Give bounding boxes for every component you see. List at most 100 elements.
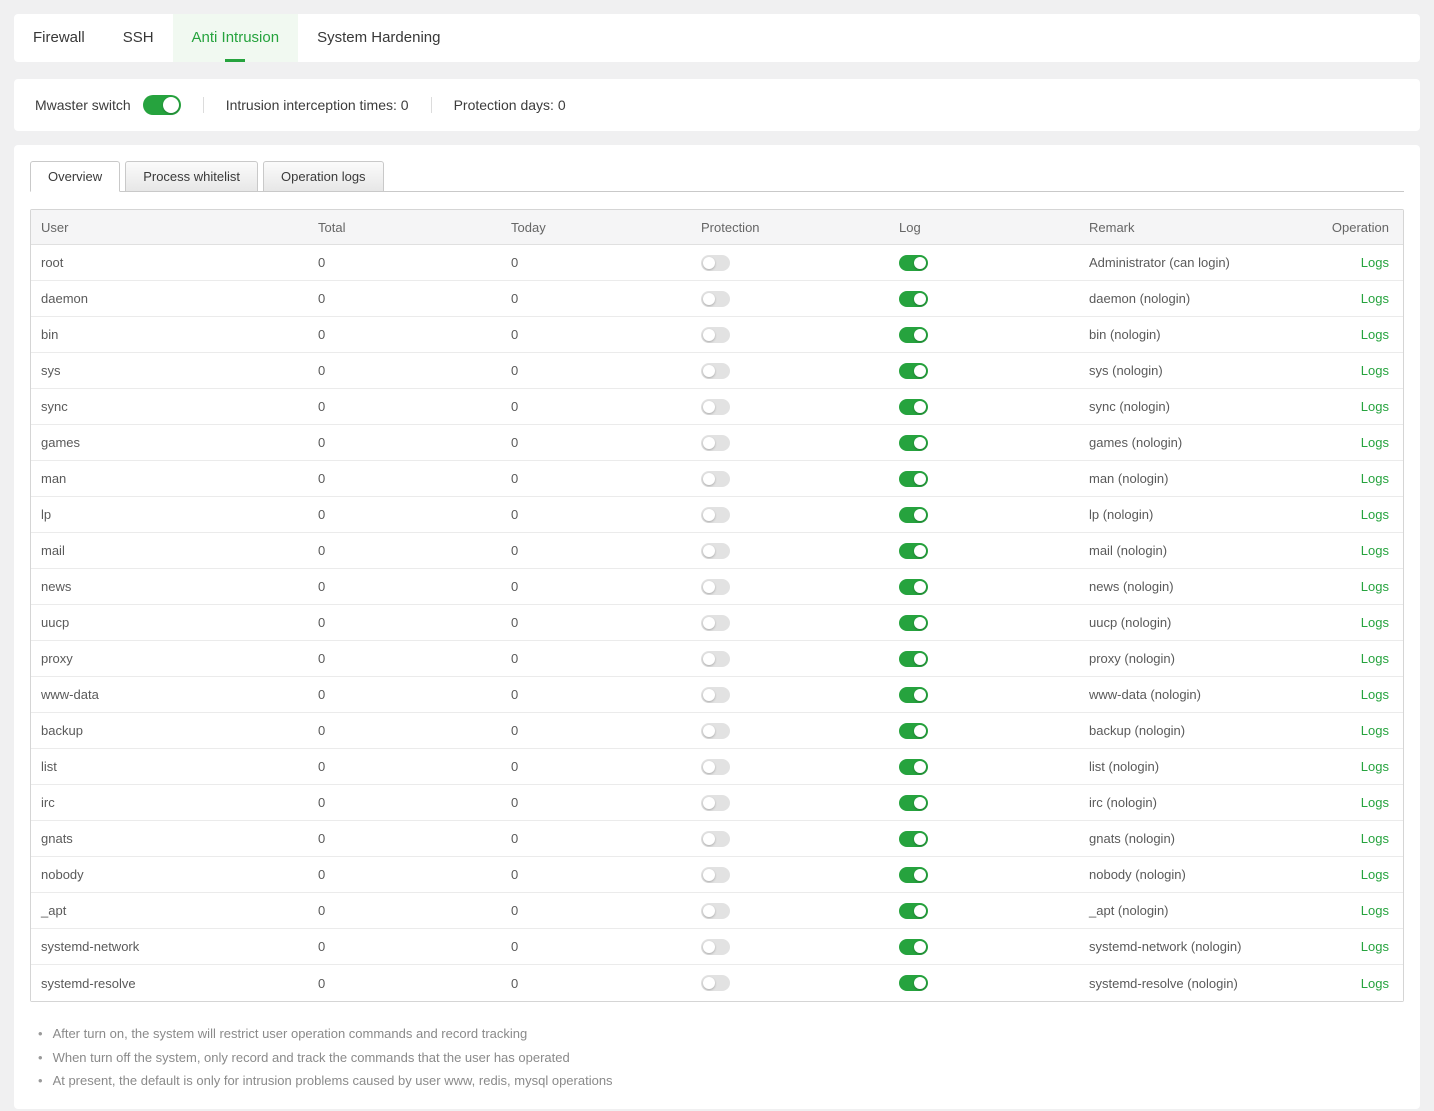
protection-toggle[interactable]	[701, 471, 730, 487]
tab-process-whitelist[interactable]: Process whitelist	[125, 161, 258, 192]
table-row: sys00sys (nologin)Logs	[31, 353, 1403, 389]
tab-anti-intrusion[interactable]: Anti Intrusion	[173, 14, 299, 62]
protection-toggle[interactable]	[701, 759, 730, 775]
log-toggle[interactable]	[899, 255, 928, 271]
logs-link[interactable]: Logs	[1361, 867, 1389, 882]
logs-link[interactable]: Logs	[1361, 291, 1389, 306]
log-toggle[interactable]	[899, 507, 928, 523]
protection-toggle[interactable]	[701, 723, 730, 739]
protection-cell	[691, 830, 889, 847]
remark-text: gnats (nologin)	[1079, 831, 1269, 846]
protection-toggle[interactable]	[701, 543, 730, 559]
toggle-knob	[703, 581, 715, 593]
protection-toggle[interactable]	[701, 903, 730, 919]
today-count: 0	[501, 939, 691, 954]
tab-ssh[interactable]: SSH	[104, 14, 173, 62]
log-toggle[interactable]	[899, 399, 928, 415]
protection-toggle[interactable]	[701, 687, 730, 703]
log-toggle[interactable]	[899, 759, 928, 775]
toggle-knob	[914, 761, 926, 773]
log-toggle[interactable]	[899, 831, 928, 847]
protection-toggle[interactable]	[701, 255, 730, 271]
total-count: 0	[308, 687, 501, 702]
logs-link[interactable]: Logs	[1361, 723, 1389, 738]
table-row: gnats00gnats (nologin)Logs	[31, 821, 1403, 857]
logs-link[interactable]: Logs	[1361, 615, 1389, 630]
protection-toggle[interactable]	[701, 327, 730, 343]
logs-link[interactable]: Logs	[1361, 399, 1389, 414]
protection-toggle[interactable]	[701, 435, 730, 451]
tab-firewall[interactable]: Firewall	[14, 14, 104, 62]
today-count: 0	[501, 831, 691, 846]
col-operation: Operation	[1269, 220, 1403, 235]
protection-toggle[interactable]	[701, 795, 730, 811]
protection-toggle[interactable]	[701, 939, 730, 955]
log-toggle[interactable]	[899, 687, 928, 703]
logs-link[interactable]: Logs	[1361, 435, 1389, 450]
tab-overview[interactable]: Overview	[30, 161, 120, 192]
log-toggle[interactable]	[899, 471, 928, 487]
log-toggle[interactable]	[899, 975, 928, 991]
tab-system-hardening[interactable]: System Hardening	[298, 14, 459, 62]
log-toggle[interactable]	[899, 723, 928, 739]
protection-toggle[interactable]	[701, 831, 730, 847]
protection-toggle[interactable]	[701, 399, 730, 415]
total-count: 0	[308, 831, 501, 846]
log-toggle[interactable]	[899, 903, 928, 919]
log-toggle[interactable]	[899, 615, 928, 631]
log-cell	[889, 326, 1079, 343]
col-log: Log	[889, 220, 1079, 235]
logs-link[interactable]: Logs	[1361, 795, 1389, 810]
protection-toggle[interactable]	[701, 579, 730, 595]
protection-toggle[interactable]	[701, 291, 730, 307]
note-item: When turn off the system, only record an…	[38, 1046, 1404, 1070]
logs-link[interactable]: Logs	[1361, 507, 1389, 522]
table-row: _apt00_apt (nologin)Logs	[31, 893, 1403, 929]
logs-link[interactable]: Logs	[1361, 327, 1389, 342]
logs-link[interactable]: Logs	[1361, 471, 1389, 486]
operation-cell: Logs	[1269, 399, 1403, 414]
log-toggle[interactable]	[899, 363, 928, 379]
logs-link[interactable]: Logs	[1361, 543, 1389, 558]
logs-link[interactable]: Logs	[1361, 903, 1389, 918]
log-cell	[889, 722, 1079, 739]
protection-toggle[interactable]	[701, 615, 730, 631]
logs-link[interactable]: Logs	[1361, 939, 1389, 954]
protection-cell	[691, 794, 889, 811]
log-toggle[interactable]	[899, 579, 928, 595]
today-count: 0	[501, 615, 691, 630]
remark-text: backup (nologin)	[1079, 723, 1269, 738]
log-toggle[interactable]	[899, 867, 928, 883]
protection-toggle[interactable]	[701, 975, 730, 991]
logs-link[interactable]: Logs	[1361, 759, 1389, 774]
log-toggle[interactable]	[899, 543, 928, 559]
toggle-knob	[914, 473, 926, 485]
log-toggle[interactable]	[899, 795, 928, 811]
log-toggle[interactable]	[899, 435, 928, 451]
log-toggle[interactable]	[899, 327, 928, 343]
log-toggle[interactable]	[899, 651, 928, 667]
logs-link[interactable]: Logs	[1361, 651, 1389, 666]
today-count: 0	[501, 363, 691, 378]
tab-operation-logs[interactable]: Operation logs	[263, 161, 384, 192]
logs-link[interactable]: Logs	[1361, 687, 1389, 702]
protection-toggle[interactable]	[701, 651, 730, 667]
master-switch-toggle[interactable]	[143, 95, 181, 115]
operation-cell: Logs	[1269, 795, 1403, 810]
protection-toggle[interactable]	[701, 867, 730, 883]
logs-link[interactable]: Logs	[1361, 976, 1389, 991]
protection-toggle[interactable]	[701, 363, 730, 379]
protection-toggle[interactable]	[701, 507, 730, 523]
logs-link[interactable]: Logs	[1361, 831, 1389, 846]
log-toggle[interactable]	[899, 291, 928, 307]
logs-link[interactable]: Logs	[1361, 363, 1389, 378]
remark-text: sync (nologin)	[1079, 399, 1269, 414]
col-remark: Remark	[1079, 220, 1269, 235]
logs-link[interactable]: Logs	[1361, 255, 1389, 270]
table-row: daemon00daemon (nologin)Logs	[31, 281, 1403, 317]
operation-cell: Logs	[1269, 507, 1403, 522]
toggle-knob	[914, 905, 926, 917]
today-count: 0	[501, 507, 691, 522]
logs-link[interactable]: Logs	[1361, 579, 1389, 594]
log-toggle[interactable]	[899, 939, 928, 955]
